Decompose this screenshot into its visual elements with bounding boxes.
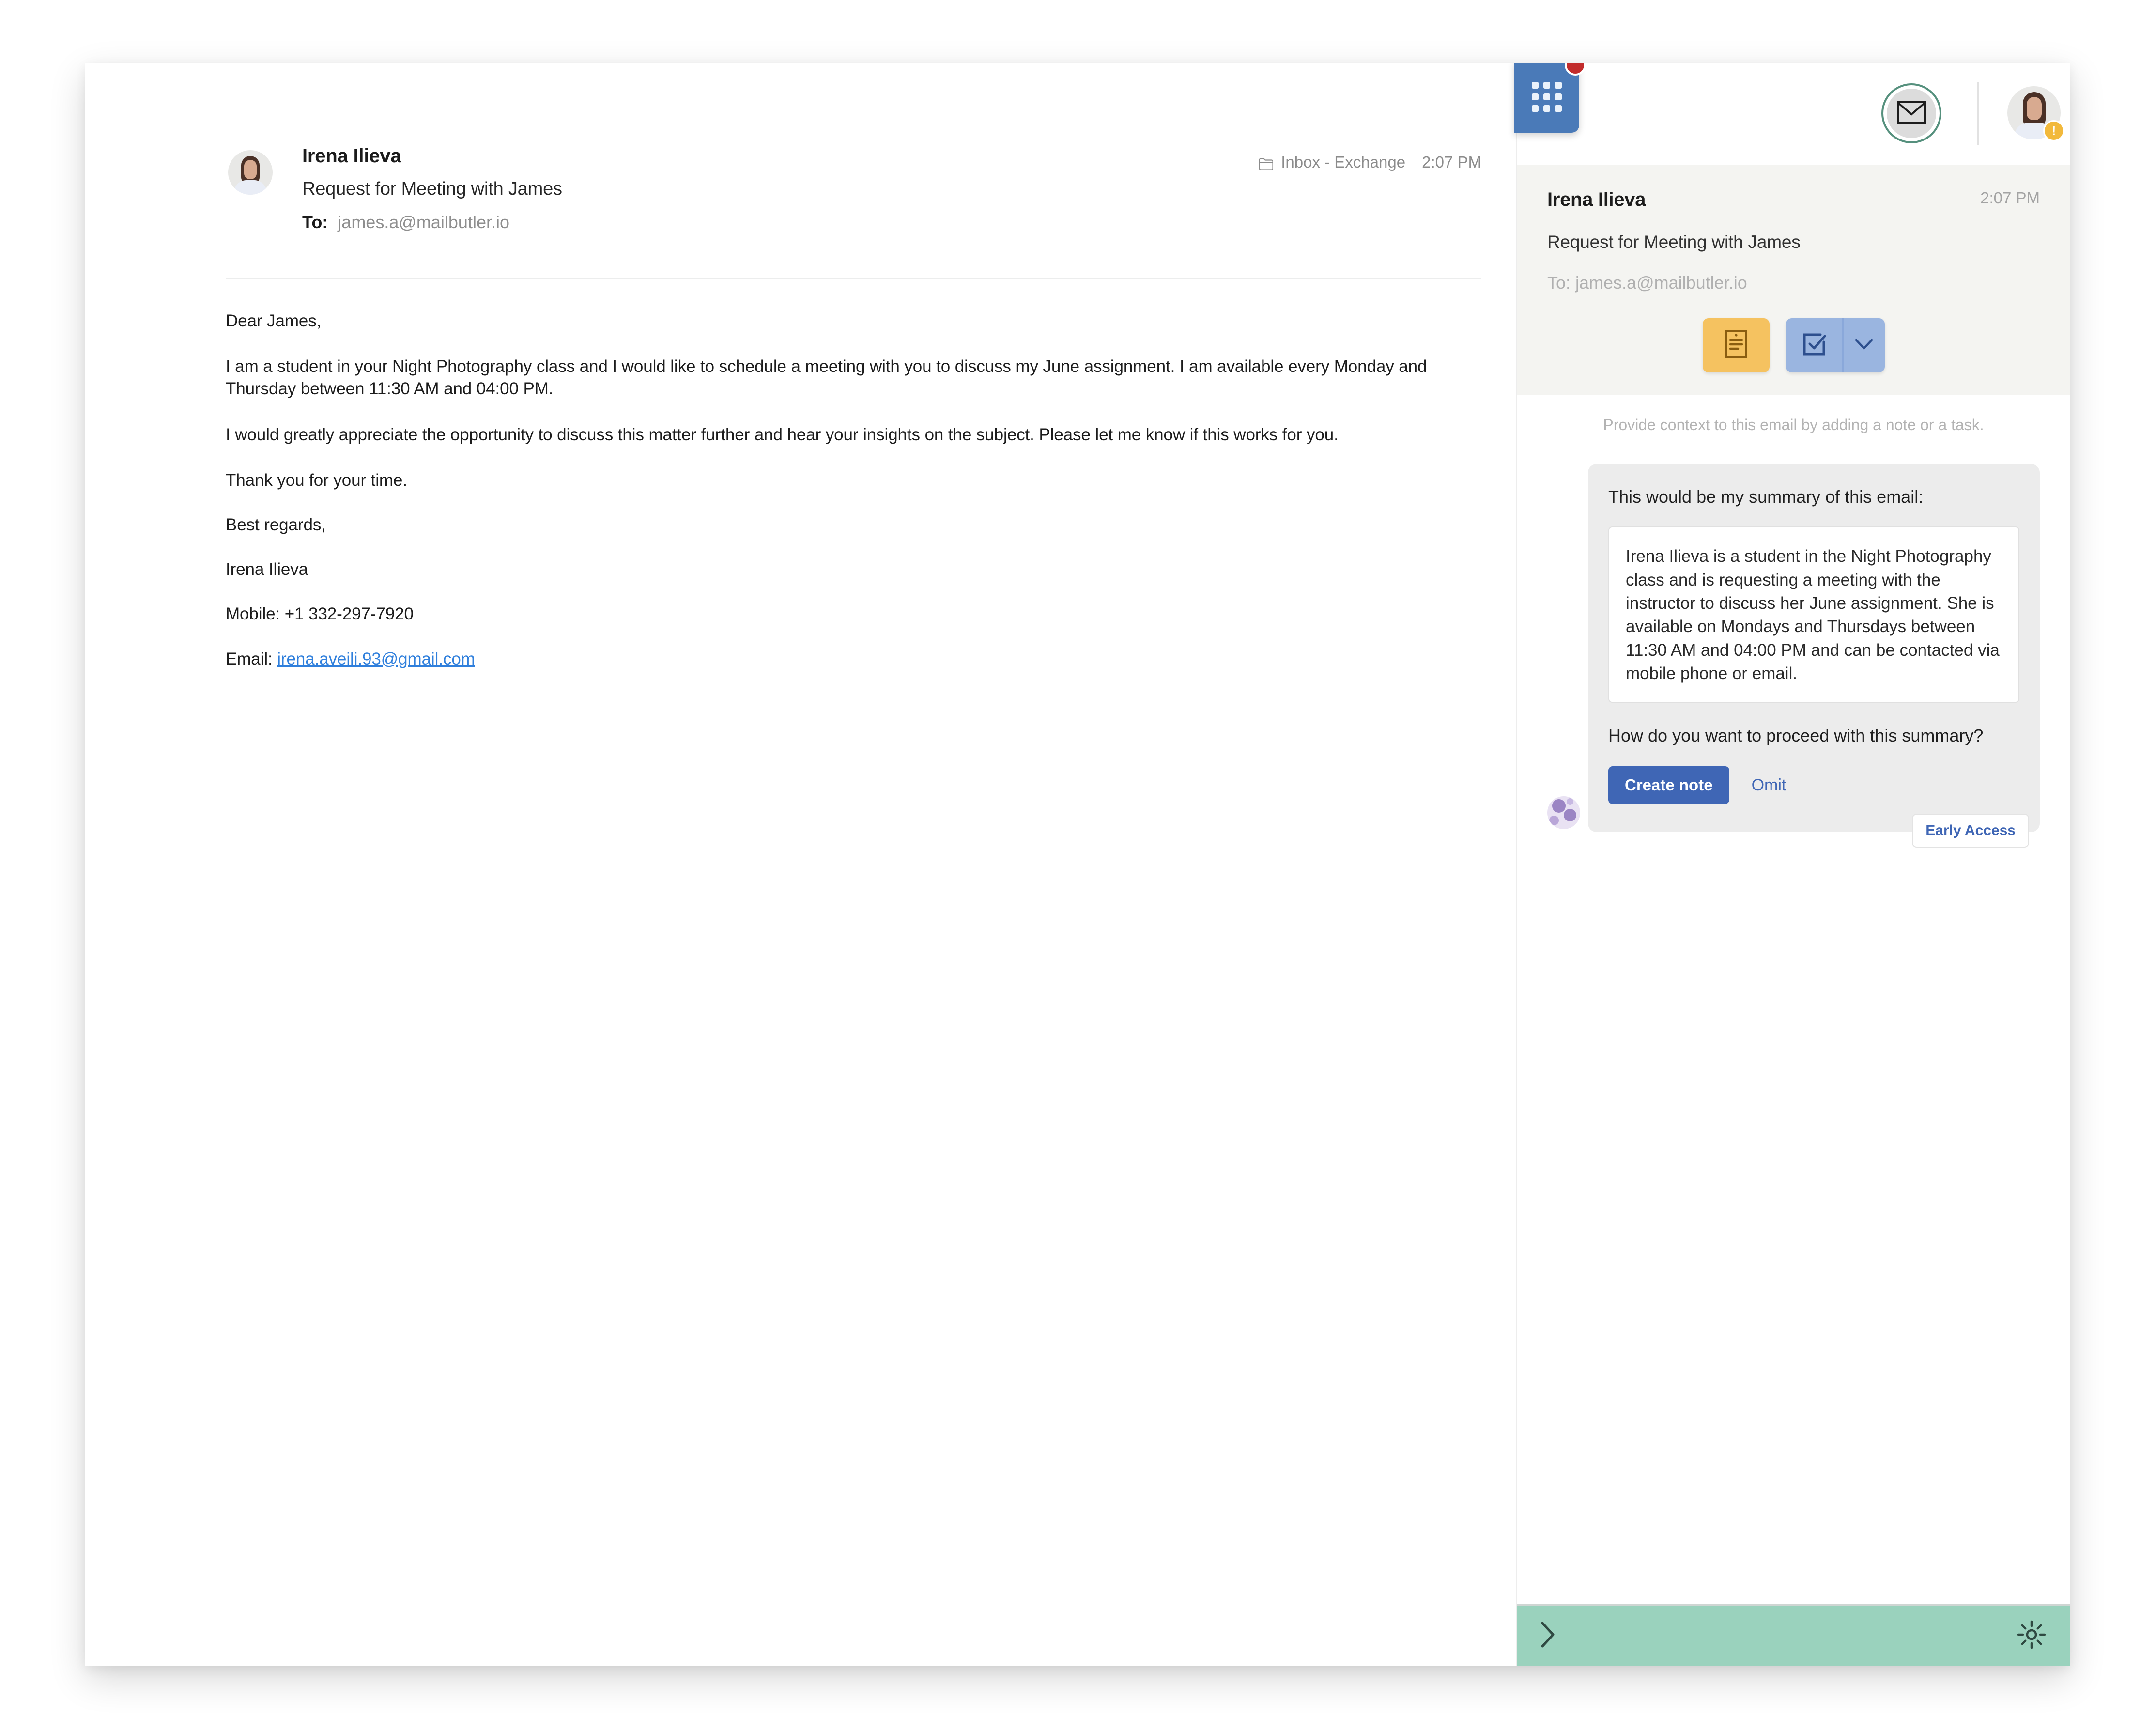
email-meta: Inbox - Exchange 2:07 PM [1259,153,1481,171]
sidebar-recipient: To: james.a@mailbutler.io [1547,273,1747,293]
chevron-down-icon [1854,338,1874,353]
note-icon [1724,329,1748,362]
omit-button[interactable]: Omit [1752,776,1786,795]
body-paragraph-2: I would greatly appreciate the opportuni… [226,425,1339,444]
envelope-icon [1896,101,1926,126]
folder-info: Inbox - Exchange [1259,153,1405,171]
grid-icon [1532,82,1562,112]
sender-name: Irena Ilieva [302,145,401,167]
warning-badge-icon: ! [2043,120,2064,141]
add-note-button[interactable] [1702,318,1770,372]
recipient-row: To: james.a@mailbutler.io [302,212,562,232]
signature-email-label: Email: [226,649,273,668]
expand-chevron-icon[interactable] [1539,1620,1557,1652]
body-paragraph-3: Thank you for your time. [226,470,407,490]
mailbutler-sidebar: ! Irena Ilieva 2:07 PM Request for Meeti… [1514,63,2070,1666]
assistant-message-bubble: This would be my summary of this email: … [1588,464,2040,848]
add-task-button[interactable] [1786,318,1842,372]
mail-tab-button[interactable] [1881,83,1941,143]
screenshot-canvas: Irena Ilieva Request for Meeting with Ja… [0,0,2156,1732]
notification-badge-dot [1565,63,1586,76]
sender-avatar [228,150,273,195]
sidebar-email-subject: Request for Meeting with James [1547,232,1801,252]
email-subject: Request for Meeting with James [302,179,562,199]
app-grid-launcher-button[interactable] [1514,63,1586,133]
topbar-divider [1977,82,1979,145]
sidebar-action-buttons [1547,318,2040,372]
email-client-window: Irena Ilieva Request for Meeting with Ja… [85,63,2070,1666]
to-value: james.a@mailbutler.io [338,212,509,232]
chat-message-row: This would be my summary of this email: … [1547,464,2040,848]
task-dropdown-button[interactable] [1842,318,1885,372]
signature-email-link[interactable]: irena.aveili.93@gmail.com [277,650,475,668]
email-time: 2:07 PM [1422,153,1481,171]
early-access-badge: Early Access [1912,814,2029,848]
sidebar-sender-name: Irena Ilieva [1547,189,1646,210]
folder-icon [1259,156,1274,170]
sidebar-email-top-row: Irena Ilieva 2:07 PM [1547,189,2040,211]
signature-email-row: Email: irena.aveili.93@gmail.com [226,648,1483,670]
signature-mobile: Mobile: +1 332-297-7920 [226,604,414,624]
email-header-text: Irena Ilieva Request for Meeting with Ja… [302,145,562,232]
gear-icon[interactable] [2017,1620,2047,1652]
summary-intro-text: This would be my summary of this email: [1608,487,1924,507]
email-reading-pane: Irena Ilieva Request for Meeting with Ja… [85,63,1516,1666]
assistant-avatar [1547,796,1580,830]
body-closing: Best regards, [226,515,326,534]
sidebar-footer [1517,1604,2070,1666]
sidebar-email-time: 2:07 PM [1980,189,2040,207]
signature-name: Irena Ilieva [226,560,308,579]
body-paragraph-1: I am a student in your Night Photography… [226,357,1427,399]
email-body: Dear James, I am a student in your Night… [226,310,1483,693]
sidebar-chat-area: This would be my summary of this email: … [1517,436,2070,1604]
sidebar-email-header: Irena Ilieva 2:07 PM Request for Meeting… [1517,165,2070,395]
sidebar-hint-text: Provide context to this email by adding … [1603,416,1984,433]
task-button-group [1786,318,1885,372]
email-header: Irena Ilieva Request for Meeting with Ja… [85,63,1516,279]
create-note-button[interactable]: Create note [1608,766,1729,804]
header-divider [226,278,1481,279]
summary-card: Irena Ilieva is a student in the Night P… [1608,526,2019,703]
summary-question-text: How do you want to proceed with this sum… [1608,726,1984,746]
to-label: To: [302,212,328,232]
sidebar-topbar: ! [1514,63,2070,165]
body-greeting: Dear James, [226,311,322,330]
checkbox-task-icon [1801,331,1827,360]
folder-name: Inbox - Exchange [1281,153,1406,171]
summary-action-row: Create note Omit [1608,766,2019,804]
